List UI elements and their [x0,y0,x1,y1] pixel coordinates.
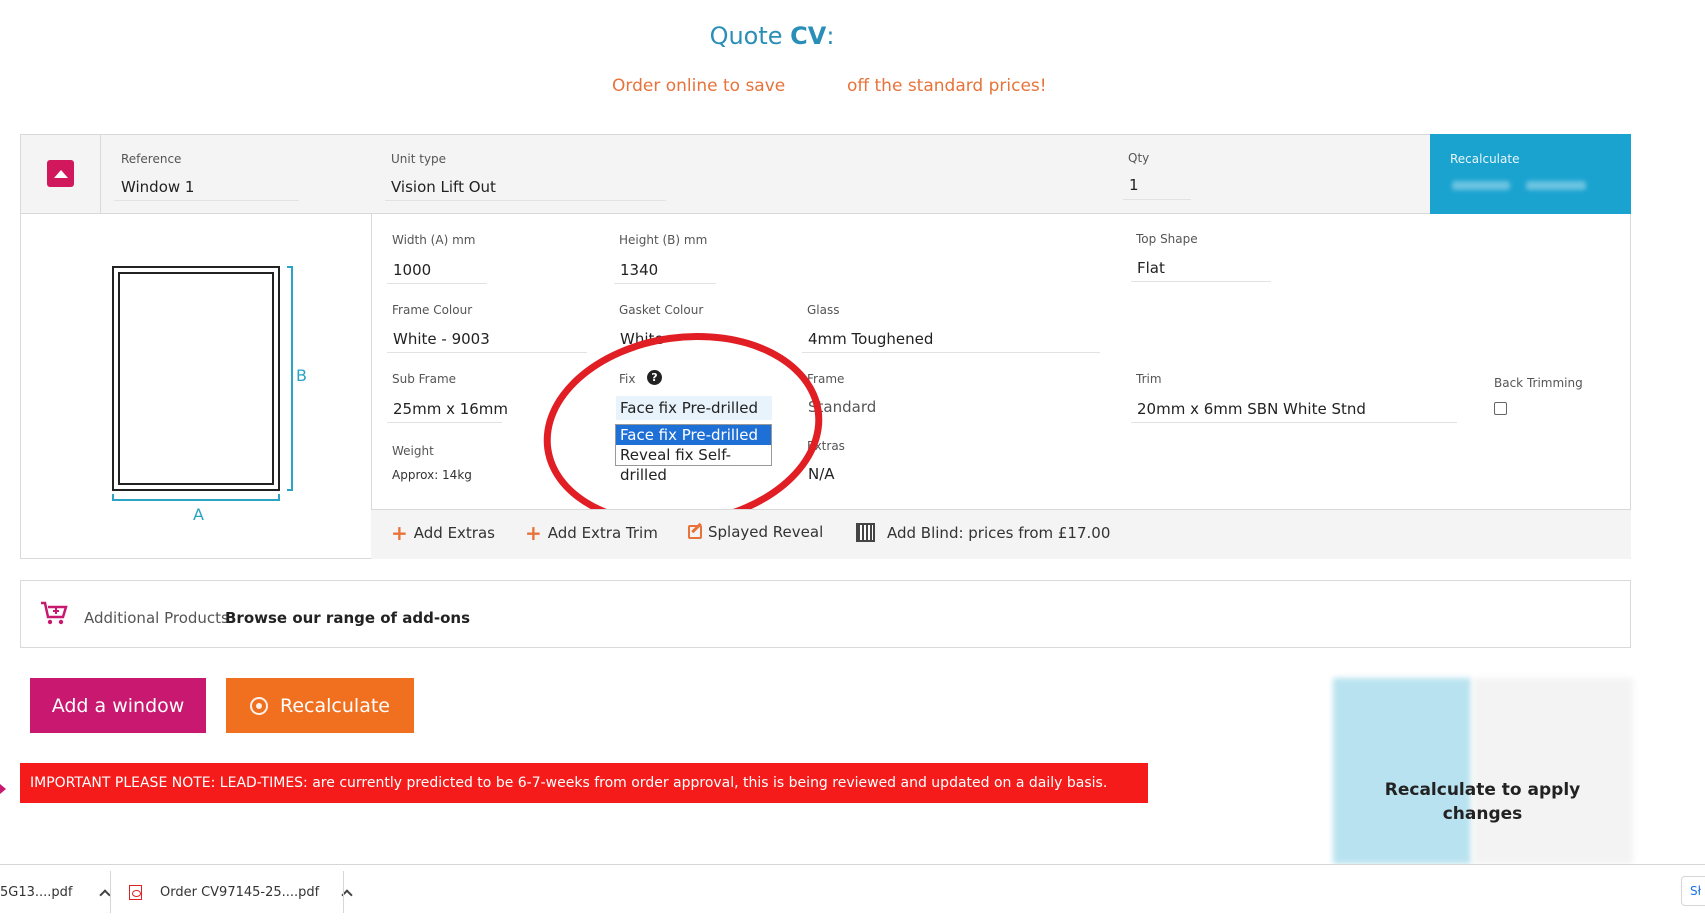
height-label: Height (B) mm [619,233,708,247]
chevron-up-icon[interactable] [98,888,111,901]
window-diagram-inner [118,272,274,485]
promo-text-right: off the standard prices! [847,76,1047,96]
promo-text-left: Order online to save [612,76,786,96]
download-separator [343,871,344,913]
edit-icon [688,525,702,539]
sub-frame-select[interactable]: 25mm x 16mm [393,400,508,418]
back-trimming-checkbox[interactable] [1494,402,1507,415]
reference-label: Reference [121,152,182,166]
recalculate-button[interactable]: Recalculate [226,678,414,733]
qty-label: Qty [1128,151,1150,165]
plus-icon: + [391,521,408,545]
trim-select[interactable]: 20mm x 6mm SBN White Stnd [1137,400,1366,418]
download-item-1[interactable]: 5G13....pdf [0,885,111,901]
blurred-price [1452,181,1510,190]
trim-label: Trim [1136,372,1162,386]
blind-icon [856,523,875,542]
top-shape-label: Top Shape [1136,232,1198,246]
sub-frame-underline [387,422,502,423]
add-blind-button[interactable]: Add Blind: prices from £17.00 [856,523,1110,542]
dimension-a-label: A [193,505,204,524]
plus-icon: + [525,521,542,545]
browse-addons-link[interactable]: Browse our range of add-ons [225,609,470,627]
drawing-divider [371,214,372,559]
target-icon [250,696,269,715]
recalculate-message: Recalculate to apply changes [1384,780,1581,824]
pdf-icon [129,885,142,900]
glass-select[interactable]: 4mm Toughened [808,330,933,348]
cart-plus-icon [41,601,68,625]
recalculate-panel-label: Recalculate [1450,152,1520,166]
dimension-b-label: B [296,366,307,385]
width-input[interactable]: 1000 [393,261,431,279]
recalculate-price-panel[interactable] [1430,134,1631,214]
width-underline [387,283,487,284]
back-trimming-label: Back Trimming [1494,376,1583,390]
chevron-up-icon [53,169,68,178]
add-extra-trim-button[interactable]: + Add Extra Trim [525,523,658,543]
gasket-colour-label: Gasket Colour [619,303,704,317]
add-window-button[interactable]: Add a window [30,678,206,733]
frame-colour-label: Frame Colour [392,303,473,317]
trim-underline [1131,422,1457,423]
frame-colour-underline [387,352,587,353]
glass-underline [802,352,1100,353]
sub-frame-label: Sub Frame [392,372,457,386]
frame-label: Frame [807,372,845,386]
weight-value: Approx: 14kg [392,468,472,482]
dimension-b-line [287,266,293,491]
notice-arrow-icon [0,784,6,794]
frame-colour-select[interactable]: White - 9003 [393,330,490,348]
lead-time-notice: IMPORTANT PLEASE NOTE: LEAD-TIMES: are c… [20,763,1148,803]
unit-type-select[interactable]: Vision Lift Out [391,178,496,196]
collapse-button[interactable] [47,160,74,187]
height-underline [614,283,716,284]
reference-input[interactable]: Window 1 [121,178,194,196]
glass-label: Glass [807,303,840,317]
window-config-header [20,134,1631,214]
weight-label: Weight [392,444,434,458]
price-summary-blurred [1333,678,1633,864]
top-shape-select[interactable]: Flat [1137,259,1165,277]
height-input[interactable]: 1340 [620,261,658,279]
reference-underline [114,200,299,201]
add-extras-button[interactable]: + Add Extras [391,523,495,543]
dimension-a-line [112,494,280,501]
unit-type-label: Unit type [391,152,447,166]
page-title: Quote CV: [709,22,835,50]
qty-input[interactable]: 1 [1129,176,1139,194]
width-label: Width (A) mm [392,233,476,247]
top-shape-underline [1131,281,1271,282]
splayed-reveal-button[interactable]: Splayed Reveal [688,523,823,541]
blurred-price [1526,181,1586,190]
additional-products-label: Additional Products [84,609,229,627]
unit-type-underline [385,200,666,201]
download-item-2[interactable]: Order CV97145-25....pdf [129,885,353,901]
download-separator [110,871,111,913]
extras-value: N/A [808,465,835,483]
qty-underline [1123,199,1191,200]
show-all-downloads-button[interactable]: Sł [1681,876,1705,906]
